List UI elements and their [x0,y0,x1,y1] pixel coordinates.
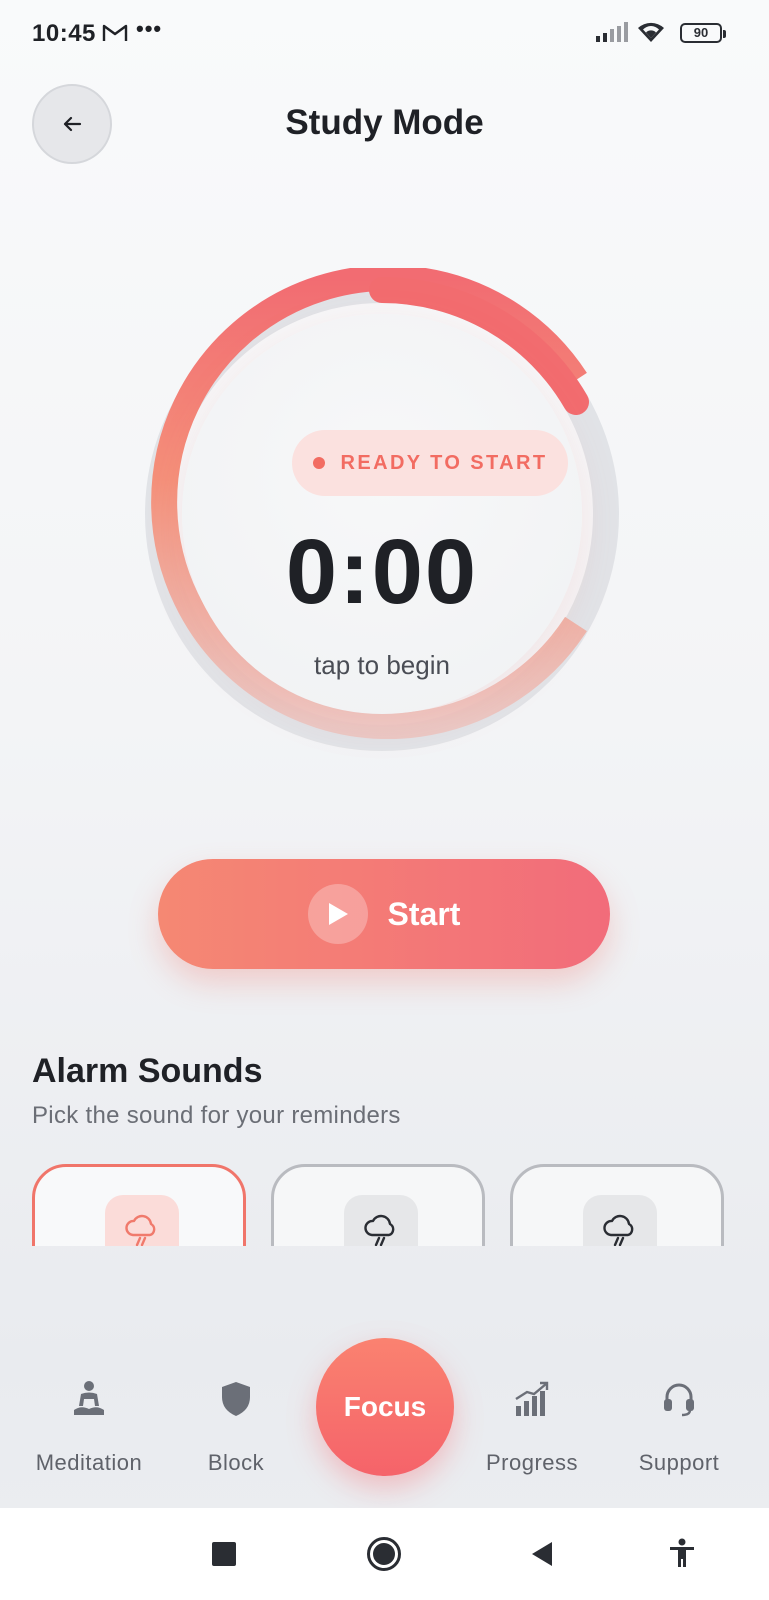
nav-item-focus[interactable]: Focus [316,1338,454,1476]
status-badge: READY TO START [292,430,568,496]
nav-item-progress[interactable]: Progress [457,1348,607,1508]
headset-icon [664,1383,694,1417]
gmail-icon [102,23,128,48]
nav-item-support[interactable]: Support [604,1348,754,1508]
timer-dial[interactable]: READY TO START 0:00 tap to begin [136,268,628,760]
square-icon [212,1542,236,1566]
more-notifications-icon: ••• [136,16,163,41]
alarm-sounds-subtitle: Pick the sound for your reminders [32,1102,401,1129]
start-button-label: Start [387,895,461,932]
wifi-icon [636,20,666,49]
nav-item-meditation[interactable]: Meditation [14,1348,164,1508]
home-button[interactable] [366,1536,402,1577]
chart-up-icon [515,1381,549,1416]
battery-icon: 90 [680,23,726,43]
back-nav-button[interactable] [530,1540,554,1573]
system-navigation-bar [0,1508,769,1600]
alarm-sound-list [0,1164,769,1246]
rain-cloud-icon [105,1195,179,1246]
play-icon [307,884,368,944]
nav-item-block[interactable]: Block [161,1348,311,1508]
timer-hint: tap to begin [314,650,450,680]
signal-icon [596,22,628,49]
status-dot [312,457,325,469]
rain-cloud-icon [344,1195,418,1246]
rain-cloud-icon [583,1195,657,1246]
alarm-sound-card[interactable] [510,1164,724,1246]
nav-label-progress: Progress [485,1450,579,1475]
accessibility-icon [670,1538,694,1567]
circle-icon [367,1537,401,1571]
alarm-sound-card[interactable] [32,1164,246,1246]
nav-label-meditation: Meditation [35,1450,143,1475]
timer-display: 0:00 [285,521,479,623]
status-bar: 10:45 ••• 90 [0,0,769,68]
nav-label-focus: Focus [343,1391,427,1422]
status-time: 10:45 [32,20,96,47]
nav-label-block: Block [207,1450,265,1475]
start-button[interactable]: Start [158,859,610,969]
battery-level: 90 [693,25,709,40]
status-badge-label: READY TO START [340,451,548,474]
timer-face: READY TO START 0:00 tap to begin [182,314,582,714]
nav-label-support: Support [638,1450,720,1475]
accessibility-button[interactable] [668,1538,696,1573]
recents-button[interactable] [212,1542,236,1571]
meditation-icon [74,1381,104,1415]
shield-icon [222,1382,250,1416]
alarm-sound-card[interactable] [271,1164,485,1246]
triangle-back-icon [532,1542,552,1566]
alarm-sounds-title: Alarm Sounds [32,1052,263,1090]
page-title: Study Mode [285,103,484,142]
